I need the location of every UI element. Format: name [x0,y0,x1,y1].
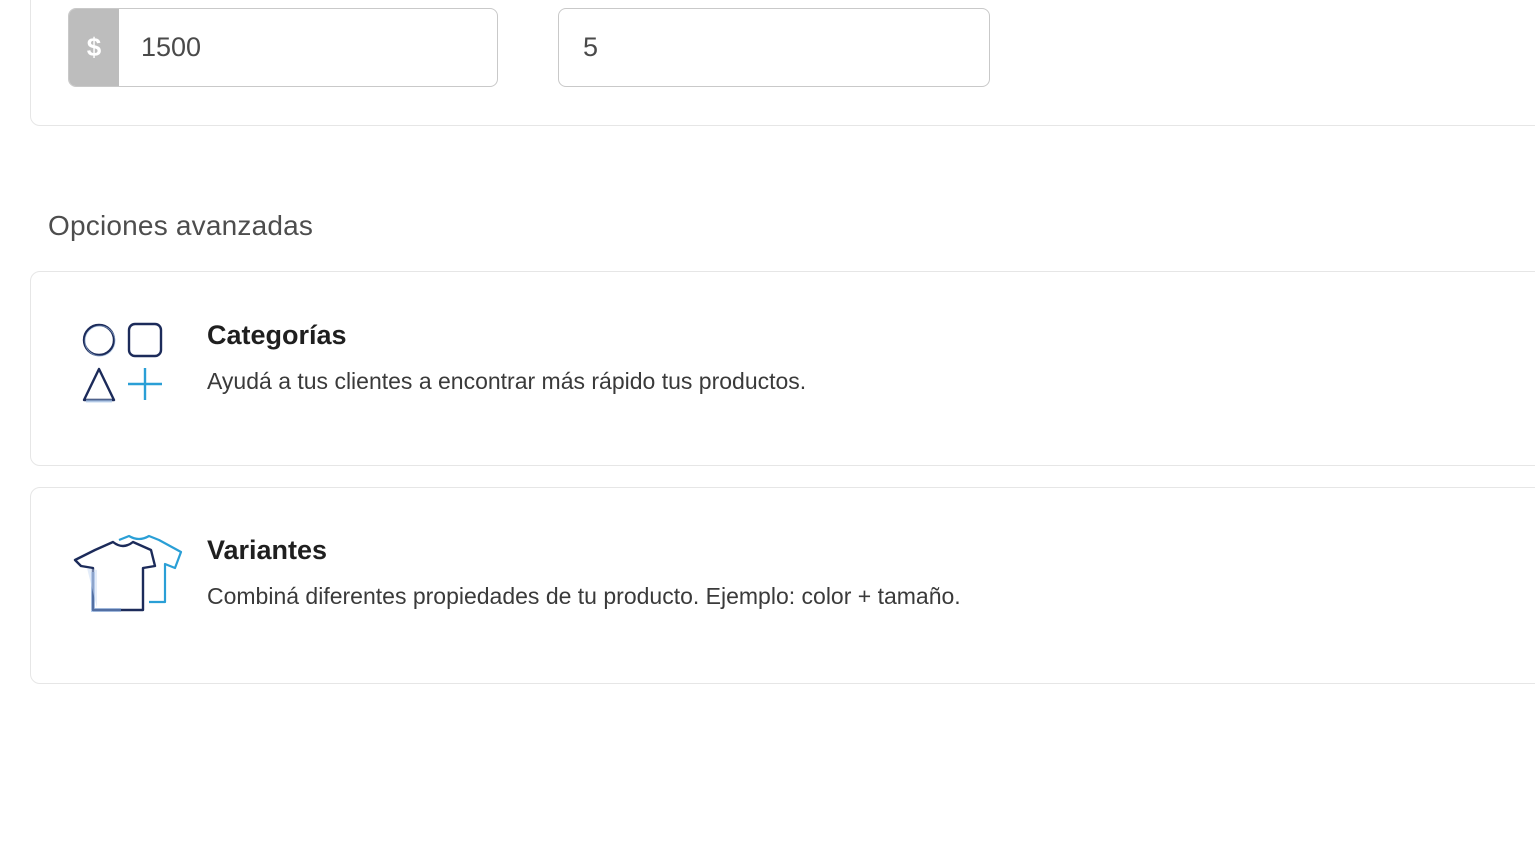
variants-description: Combiná diferentes propiedades de tu pro… [207,583,961,609]
price-input[interactable] [119,9,497,86]
price-field-group: $ [68,8,498,87]
categories-description: Ayudá a tus clientes a encontrar más ráp… [207,368,807,394]
variants-option-card[interactable]: Variantes Combiná diferentes propiedades… [30,487,1535,684]
tshirts-icon [73,534,183,612]
variants-title: Variantes [207,535,328,565]
advanced-options-heading: Opciones avanzadas [48,210,314,241]
currency-prefix: $ [69,9,119,86]
stock-input[interactable] [559,8,989,87]
categories-option-card[interactable]: Categorías Ayudá a tus clientes a encont… [30,271,1535,466]
categories-title: Categorías [207,320,347,350]
stock-field-group [558,8,990,87]
shapes-icon [82,322,163,403]
